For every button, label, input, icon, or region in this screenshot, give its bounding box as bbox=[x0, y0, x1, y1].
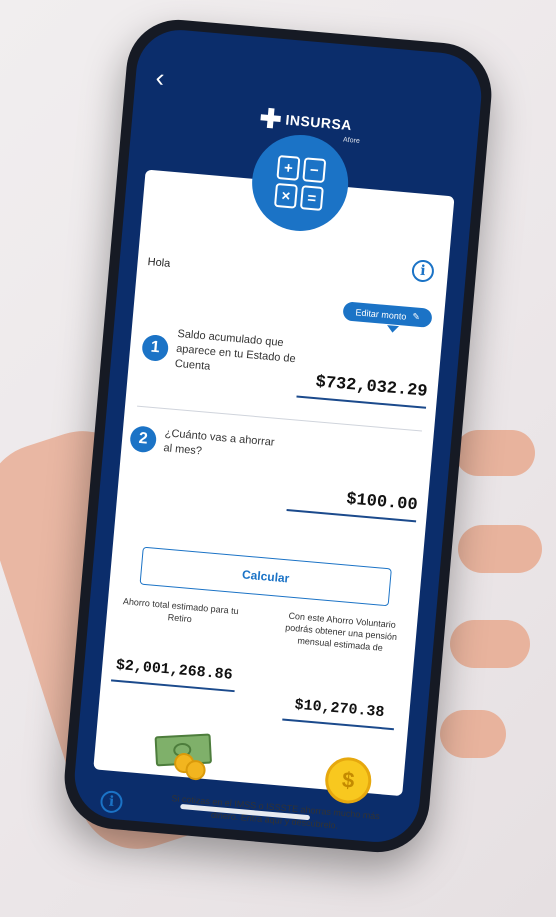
dollar-coin-icon: $ bbox=[323, 755, 374, 806]
cross-logo-icon bbox=[260, 107, 282, 129]
total-savings-label: Ahorro total estimado para tu Retiro bbox=[122, 596, 240, 625]
monthly-savings-input[interactable]: $100.00 bbox=[286, 485, 419, 523]
finger bbox=[455, 430, 535, 476]
logo-subtitle: Afore bbox=[342, 136, 361, 145]
total-savings-value: $2,001,268.86 bbox=[110, 656, 237, 693]
equals-key-icon: = bbox=[299, 185, 324, 211]
logo-text: INSURSA bbox=[284, 111, 353, 134]
photo-scene: ‹ INSURSA Afore + − × = i Hola Editar mo… bbox=[0, 0, 556, 917]
pencil-icon: ✎ bbox=[411, 311, 421, 322]
info-icon[interactable]: i bbox=[411, 259, 435, 283]
greeting: Hola bbox=[147, 256, 171, 270]
step-2-label: ¿Cuánto vas a ahorrar al mes? bbox=[162, 427, 275, 458]
finger bbox=[450, 620, 530, 668]
edit-amount-tooltip[interactable]: Editar monto ✎ bbox=[342, 301, 433, 328]
finger bbox=[458, 525, 542, 573]
saldo-acumulado-input[interactable]: $732,032.29 bbox=[296, 371, 429, 409]
brand-logo: INSURSA bbox=[260, 107, 353, 135]
minus-key-icon: − bbox=[302, 157, 327, 184]
step-1-badge: 1 bbox=[141, 333, 170, 363]
step-1-label: Saldo acumulado que aparece en tu Estado… bbox=[174, 327, 297, 373]
step-2-badge: 2 bbox=[129, 425, 158, 454]
info-icon[interactable]: i bbox=[99, 789, 124, 814]
edit-label: Editar monto bbox=[355, 306, 407, 322]
plus-key-icon: + bbox=[276, 154, 301, 181]
monthly-pension-value: $10,270.38 bbox=[282, 695, 396, 731]
chevron-left-icon[interactable]: ‹ bbox=[154, 62, 166, 94]
times-key-icon: × bbox=[273, 182, 298, 209]
calculate-button[interactable]: Calcular bbox=[139, 546, 392, 607]
finger bbox=[440, 710, 506, 758]
tooltip-pointer bbox=[386, 325, 400, 334]
calculator-icon: + − × = bbox=[248, 130, 353, 235]
app-screen: ‹ INSURSA Afore + − × = i Hola Editar mo… bbox=[71, 26, 485, 846]
phone: ‹ INSURSA Afore + − × = i Hola Editar mo… bbox=[60, 15, 496, 857]
pension-label: Con este Ahorro Voluntario podrás obtene… bbox=[284, 610, 398, 653]
coin-icon bbox=[184, 759, 207, 781]
calculator-card: + − × = i Hola Editar monto ✎ 1 Saldo ac… bbox=[93, 130, 455, 831]
